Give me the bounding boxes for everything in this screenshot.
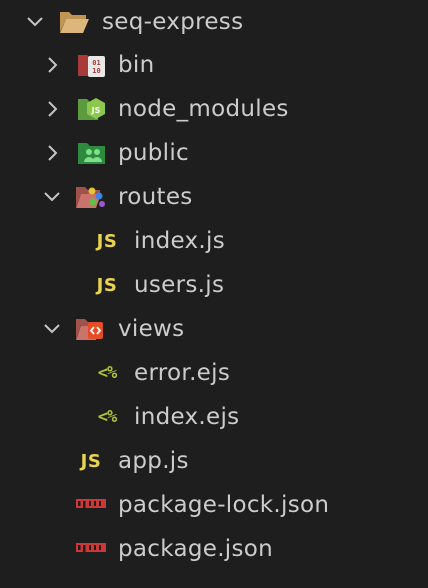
tree-item-package-json[interactable]: package.json bbox=[0, 527, 428, 571]
chevron-right-icon[interactable] bbox=[42, 99, 62, 119]
tree-item-public[interactable]: public bbox=[0, 131, 428, 175]
tree-item-index-ejs[interactable]: <% index.ejs bbox=[0, 395, 428, 439]
tree-item-label: error.ejs bbox=[134, 360, 231, 386]
js-file-icon: JS bbox=[96, 230, 118, 252]
tree-item-bin[interactable]: 01 10 bin bbox=[0, 43, 428, 87]
tree-item-label: views bbox=[118, 316, 185, 342]
tree-item-label: routes bbox=[118, 184, 193, 210]
tree-item-label: package-lock.json bbox=[118, 492, 330, 518]
ejs-file-icon: <% bbox=[97, 407, 118, 427]
svg-text:10: 10 bbox=[92, 67, 100, 75]
folder-node-icon: JS bbox=[76, 93, 108, 125]
file-explorer-tree: seq-express 01 10 bin JS node_modules pu… bbox=[0, 0, 428, 588]
folder-open-icon bbox=[58, 6, 90, 38]
svg-text:JS: JS bbox=[91, 106, 101, 115]
tree-item-label: index.js bbox=[134, 228, 226, 254]
tree-item-label: users.js bbox=[134, 272, 225, 298]
tree-item-index-js[interactable]: JS index.js bbox=[0, 219, 428, 263]
tree-item-label: package.json bbox=[118, 536, 274, 562]
chevron-down-icon[interactable] bbox=[25, 12, 45, 32]
tree-item-package-lock-json[interactable]: package-lock.json bbox=[0, 483, 428, 527]
tree-item-label: index.ejs bbox=[134, 404, 240, 430]
folder-public-icon bbox=[76, 137, 108, 169]
svg-text:01: 01 bbox=[92, 59, 100, 67]
npm-file-icon bbox=[75, 489, 107, 521]
folder-bin-icon: 01 10 bbox=[76, 49, 108, 81]
chevron-down-icon[interactable] bbox=[42, 319, 62, 339]
tree-item-label: public bbox=[118, 140, 190, 166]
tree-item-node-modules[interactable]: JS node_modules bbox=[0, 87, 428, 131]
chevron-down-icon[interactable] bbox=[42, 187, 62, 207]
tree-item-seq-express[interactable]: seq-express bbox=[0, 0, 428, 44]
tree-item-label: app.js bbox=[118, 448, 189, 474]
js-file-icon: JS bbox=[96, 274, 118, 296]
ejs-file-icon: <% bbox=[97, 363, 118, 383]
folder-views-icon bbox=[75, 313, 107, 345]
folder-routes-icon bbox=[75, 181, 107, 213]
tree-item-label: seq-express bbox=[102, 9, 244, 35]
tree-item-error-ejs[interactable]: <% error.ejs bbox=[0, 351, 428, 395]
js-file-icon: JS bbox=[80, 450, 102, 472]
tree-item-users-js[interactable]: JS users.js bbox=[0, 263, 428, 307]
tree-item-app-js[interactable]: JS app.js bbox=[0, 439, 428, 483]
chevron-right-icon[interactable] bbox=[42, 143, 62, 163]
tree-item-label: bin bbox=[118, 52, 155, 78]
chevron-right-icon[interactable] bbox=[42, 55, 62, 75]
tree-item-label: node_modules bbox=[118, 96, 289, 122]
tree-item-views[interactable]: views bbox=[0, 307, 428, 351]
tree-item-routes[interactable]: routes bbox=[0, 175, 428, 219]
npm-file-icon bbox=[75, 533, 107, 565]
